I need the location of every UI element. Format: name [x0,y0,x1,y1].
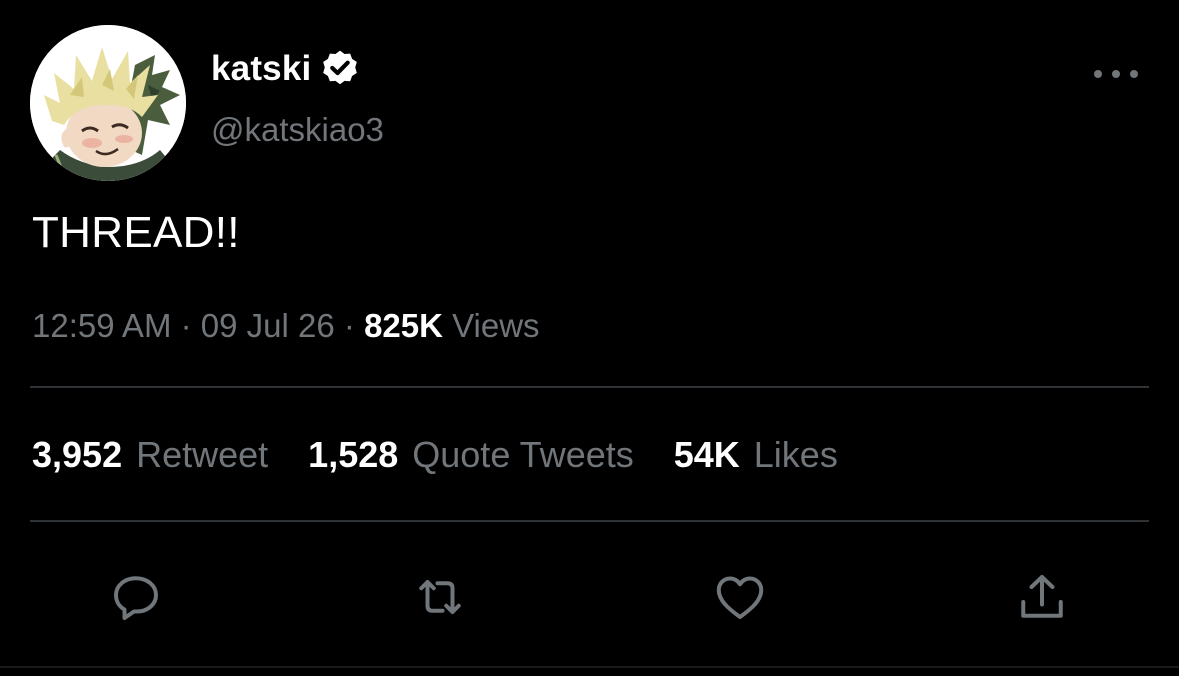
likes-count: 54K [673,434,740,475]
divider [30,520,1149,522]
share-icon [1021,575,1063,618]
author-name-row[interactable]: katski [211,47,361,91]
tweet-meta: 12:59 AM · 09 Jul 26 · 825K Views [32,307,540,345]
avatar[interactable] [30,25,186,181]
author-handle[interactable]: @katskiao3 [211,111,384,149]
tweet-text: THREAD!! [32,208,240,257]
retweet-button[interactable] [410,567,470,627]
quotes-label: Quote Tweets [412,434,634,475]
tweet-time[interactable]: 12:59 AM [32,307,171,344]
likes-stat[interactable]: 54K Likes [674,434,838,476]
views-count[interactable]: 825K [364,307,443,344]
reply-icon [114,576,158,620]
tweet-date[interactable]: 09 Jul 26 [201,307,335,344]
tweet-stats: 3,952 Retweet 1,528 Quote Tweets 54K Lik… [32,434,878,476]
heart-icon [716,576,764,619]
quotes-count: 1,528 [308,434,399,475]
display-name[interactable]: katski [211,49,311,89]
bottom-divider [0,666,1179,668]
more-options-icon[interactable] [1094,62,1138,86]
retweets-label: Retweet [136,434,269,475]
retweets-count: 3,952 [32,434,123,475]
quotes-stat[interactable]: 1,528 Quote Tweets [308,434,634,476]
reply-button[interactable] [106,567,166,627]
tweet-detail: katski @katskiao3 THREAD!! 12:59 AM · 09… [0,0,1179,676]
share-button[interactable] [1012,567,1072,627]
avatar-illustration-icon [30,25,186,181]
meta-separator: · [343,307,355,344]
like-button[interactable] [710,567,770,627]
retweets-stat[interactable]: 3,952 Retweet [32,434,268,476]
divider [30,386,1149,388]
meta-separator: · [180,307,192,344]
verified-badge-icon [319,48,361,90]
views-label[interactable]: Views [452,307,539,344]
likes-label: Likes [753,434,838,475]
retweet-icon [419,580,461,614]
